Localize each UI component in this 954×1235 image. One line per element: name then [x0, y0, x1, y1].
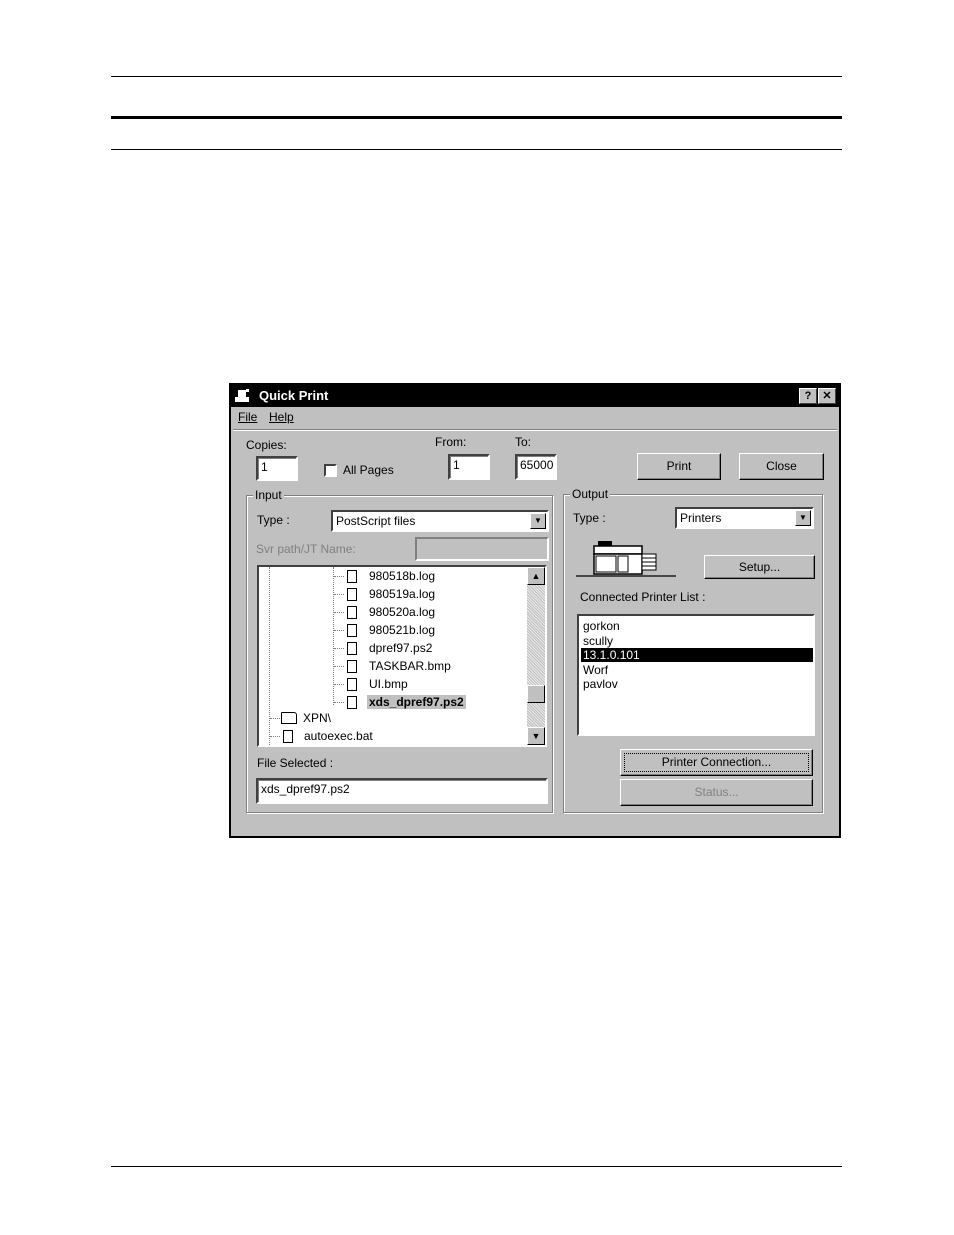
tree-file-item[interactable]: dpref97.ps2 — [369, 641, 432, 655]
close-button[interactable]: Close — [739, 453, 824, 480]
tree-file-item[interactable]: 980518b.log — [369, 569, 435, 583]
tree-guide-line — [334, 648, 344, 649]
chevron-down-icon[interactable]: ▼ — [795, 510, 811, 526]
input-type-value: PostScript files — [336, 514, 416, 528]
tree-file-item[interactable]: TASKBAR.bmp — [369, 659, 451, 673]
copies-label: Copies: — [246, 438, 287, 452]
printer-list-item[interactable]: pavlov — [581, 677, 813, 691]
header-rule-thick — [111, 116, 842, 119]
scroll-thumb[interactable] — [527, 685, 545, 703]
all-pages-label: All Pages — [343, 463, 394, 477]
menu-help-label: Help — [269, 410, 294, 424]
printer-connection-button[interactable]: Printer Connection... — [620, 749, 813, 776]
tree-file-item[interactable]: 980521b.log — [369, 623, 435, 637]
file-icon — [347, 642, 357, 655]
tree-file-item[interactable]: 980519a.log — [369, 587, 435, 601]
copies-input[interactable]: 1 — [256, 456, 298, 481]
file-icon — [347, 588, 357, 601]
tree-guide-line — [334, 576, 344, 577]
to-label: To: — [515, 435, 532, 449]
tree-guide-line — [334, 594, 344, 595]
svr-path-label: Svr path/JT Name: — [256, 542, 356, 556]
print-button[interactable]: Print — [637, 453, 721, 480]
tree-file-item[interactable]: xds_dpref97.ps2 — [367, 695, 466, 709]
svr-path-input — [415, 537, 549, 561]
printer-list-item[interactable]: scully — [581, 634, 813, 648]
file-selected-input[interactable]: xds_dpref97.ps2 — [256, 778, 548, 804]
printer-list-item[interactable]: Worf — [581, 663, 813, 677]
printer-app-icon — [235, 389, 249, 402]
menu-separator — [233, 429, 837, 431]
printer-list-item[interactable]: 13.1.0.101 — [581, 648, 813, 662]
output-group-label: Output — [570, 487, 611, 501]
file-icon — [347, 678, 357, 691]
setup-button[interactable]: Setup... — [704, 555, 815, 579]
header-rule-top — [111, 76, 842, 77]
tree-scrollbar[interactable]: ▲ ▼ — [527, 567, 545, 745]
tree-guide-line — [270, 718, 280, 719]
output-type-value: Printers — [680, 511, 722, 525]
to-input[interactable]: 65000 — [515, 454, 557, 480]
tree-guide-line — [334, 702, 344, 703]
menu-bar: File Help — [231, 407, 839, 427]
file-icon — [347, 624, 357, 637]
tree-guide-line — [334, 630, 344, 631]
file-tree[interactable]: 980518b.log 980519a.log 980520a.log 980521b… — [257, 565, 547, 747]
tree-guide-line — [334, 612, 344, 613]
title-bar[interactable]: Quick Print ? ✕ — [231, 385, 839, 407]
file-selected-label: File Selected : — [257, 756, 334, 770]
file-icon — [347, 606, 357, 619]
close-icon[interactable]: ✕ — [818, 388, 836, 404]
all-pages-checkbox[interactable] — [324, 464, 337, 477]
menu-file-label: File — [238, 410, 258, 424]
dialog-title: Quick Print — [259, 388, 329, 403]
input-type-select[interactable]: PostScript files ▼ — [331, 510, 549, 532]
input-type-label: Type : — [257, 513, 290, 527]
menu-help[interactable]: Help — [269, 410, 294, 424]
file-icon — [347, 660, 357, 673]
input-group-label: Input — [253, 488, 284, 502]
header-rule-bottom — [111, 149, 842, 150]
file-icon — [347, 570, 357, 583]
tree-file-item[interactable]: 980520a.log — [369, 605, 435, 619]
from-label: From: — [435, 435, 467, 449]
tree-guide-line — [334, 666, 344, 667]
printer-list-label: Connected Printer List : — [580, 590, 706, 604]
tree-file-item[interactable]: autoexec.bat — [304, 729, 373, 743]
tree-guide-line — [270, 736, 280, 737]
output-type-label: Type : — [573, 511, 606, 525]
printer-list-item[interactable]: gorkon — [581, 619, 813, 633]
tree-guide-line — [334, 684, 344, 685]
help-icon[interactable]: ? — [799, 388, 817, 404]
tree-file-item[interactable]: UI.bmp — [369, 677, 408, 691]
scroll-up-icon[interactable]: ▲ — [527, 567, 545, 585]
output-type-select[interactable]: Printers ▼ — [675, 507, 814, 529]
status-button: Status... — [620, 779, 813, 806]
tree-folder-item[interactable]: XPN\ — [303, 711, 331, 725]
menu-file[interactable]: File — [238, 410, 257, 424]
folder-icon — [281, 712, 297, 724]
printer-icon — [576, 541, 676, 577]
file-icon — [283, 730, 293, 743]
footer-rule — [111, 1166, 842, 1167]
scroll-down-icon[interactable]: ▼ — [527, 727, 545, 745]
file-icon — [347, 696, 357, 709]
from-input[interactable]: 1 — [448, 454, 490, 480]
printer-list[interactable]: gorkon scully 13.1.0.101 Worf pavlov — [577, 614, 815, 736]
chevron-down-icon[interactable]: ▼ — [530, 513, 546, 529]
